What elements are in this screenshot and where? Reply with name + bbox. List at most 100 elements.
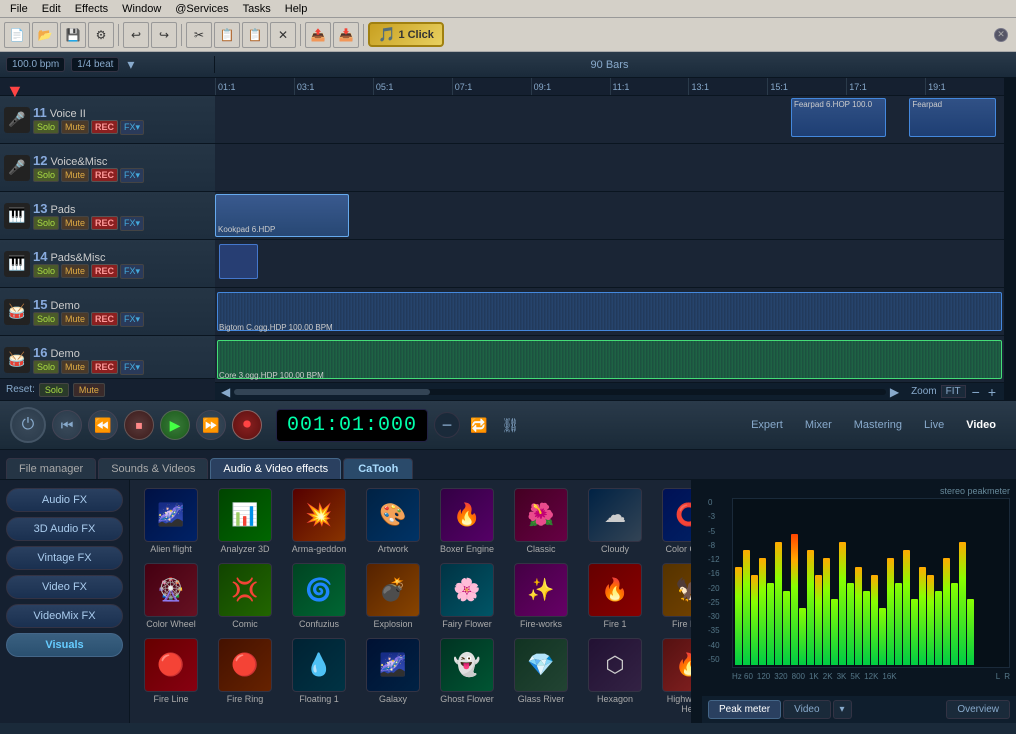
effect-item-16[interactable]: 🔴Fire Line [136,636,206,718]
toolbar-paste[interactable]: 📋 [242,22,268,48]
menu-tasks[interactable]: Tasks [237,2,277,16]
effect-item-13[interactable]: ✨Fire-works [506,561,576,632]
effect-item-5[interactable]: 🌺Classic [506,486,576,557]
btn-visuals[interactable]: Visuals [6,633,123,657]
transport-stop[interactable]: ⏹ [124,410,154,440]
mode-mixer[interactable]: Mixer [795,416,842,434]
mode-expert[interactable]: Expert [741,416,793,434]
toolbar-redo[interactable]: ↪ [151,22,177,48]
toolbar-export[interactable]: 📤 [305,22,331,48]
btn-mute-2[interactable]: Mute [61,216,89,230]
transport-play[interactable]: ▶ [160,410,190,440]
lane-block-0[interactable]: Fearpad [909,98,996,137]
btn-rec-0[interactable]: REC [91,120,118,134]
effect-item-22[interactable]: ⬡Hexagon [580,636,650,718]
effect-item-11[interactable]: 💣Explosion [358,561,428,632]
close-btn[interactable]: ✕ [994,28,1008,42]
toolbar-open[interactable]: 📂 [32,22,58,48]
btn-solo-5[interactable]: Solo [33,360,59,374]
effect-item-19[interactable]: 🌌Galaxy [358,636,428,718]
btn-rec-1[interactable]: REC [91,168,118,182]
effect-item-2[interactable]: 💥Arma-geddon [284,486,354,557]
effect-item-3[interactable]: 🎨Artwork [358,486,428,557]
toolbar-settings[interactable]: ⚙ [88,22,114,48]
tab-peak-meter[interactable]: Peak meter [708,700,781,719]
mode-mastering[interactable]: Mastering [844,416,912,434]
toolbar-new[interactable]: 📄 [4,22,30,48]
menu-edit[interactable]: Edit [36,2,67,16]
btn-fx-1[interactable]: FX▾ [120,168,144,183]
scroll-left[interactable]: ◀ [221,385,230,399]
meter-dropdown-arrow[interactable]: ▾ [833,700,852,719]
menu-services[interactable]: @Services [169,2,234,16]
toolbar-oneclick[interactable]: 🎵 1 Click [368,22,444,47]
btn-solo-0[interactable]: Solo [33,120,59,134]
tab-catooh[interactable]: CaTooh [343,458,413,479]
transport-forward[interactable]: ⏩ [196,410,226,440]
effect-item-18[interactable]: 💧Floating 1 [284,636,354,718]
effect-item-21[interactable]: 💎Glass River [506,636,576,718]
scroll-right[interactable]: ▶ [890,385,899,399]
btn-video-fx[interactable]: Video FX [6,575,123,599]
mode-live[interactable]: Live [914,416,954,434]
transport-minus[interactable]: − [434,412,460,438]
tab-sounds-videos[interactable]: Sounds & Videos [98,458,208,479]
transport-rewind[interactable]: ⏪ [88,410,118,440]
btn-rec-3[interactable]: REC [91,264,118,278]
effect-item-14[interactable]: 🔥Fire 1 [580,561,650,632]
transport-rewind-start[interactable]: ⏮ [52,410,82,440]
btn-solo-4[interactable]: Solo [33,312,59,326]
menu-help[interactable]: Help [279,2,314,16]
effect-item-10[interactable]: 🌀Confuzius [284,561,354,632]
btn-rec-4[interactable]: REC [91,312,118,326]
btn-rec-2[interactable]: REC [91,216,118,230]
btn-fx-0[interactable]: FX▾ [120,120,144,135]
btn-3d-audio-fx[interactable]: 3D Audio FX [6,517,123,541]
lane-block-pads[interactable]: Kookpad 6.HDP [215,194,349,237]
tab-audio-video-effects[interactable]: Audio & Video effects [210,458,341,479]
menu-file[interactable]: File [4,2,34,16]
toolbar-undo[interactable]: ↩ [123,22,149,48]
lane-block-padsmisc[interactable] [219,244,258,279]
toolbar-delete[interactable]: ✕ [270,22,296,48]
effect-item-4[interactable]: 🔥Boxer Engine [432,486,502,557]
btn-mute-1[interactable]: Mute [61,168,89,182]
reset-mute[interactable]: Mute [73,383,105,397]
btn-audio-fx[interactable]: Audio FX [6,488,123,512]
bpm-display[interactable]: 100.0 bpm [6,57,65,72]
effect-item-1[interactable]: 📊Analyzer 3D [210,486,280,557]
btn-fx-2[interactable]: FX▾ [120,216,144,231]
menu-window[interactable]: Window [116,2,167,16]
transport-record[interactable]: ⏺ [232,410,262,440]
btn-mute-5[interactable]: Mute [61,360,89,374]
btn-solo-1[interactable]: Solo [33,168,59,182]
transport-power[interactable]: ⏻ [10,407,46,443]
transport-loop[interactable]: 🔁 [466,413,491,438]
toolbar-save[interactable]: 💾 [60,22,86,48]
menu-effects[interactable]: Effects [69,2,114,16]
effect-item-9[interactable]: 💢Comic [210,561,280,632]
tab-overview[interactable]: Overview [946,700,1010,719]
toolbar-import[interactable]: 📥 [333,22,359,48]
toolbar-copy[interactable]: 📋 [214,22,240,48]
bpm-arrow-down[interactable]: ▾ [127,56,134,73]
mode-video[interactable]: Video [956,416,1006,434]
btn-fx-4[interactable]: FX▾ [120,312,144,327]
btn-rec-5[interactable]: REC [91,360,118,374]
tab-file-manager[interactable]: File manager [6,458,96,479]
btn-fx-3[interactable]: FX▾ [120,264,144,279]
btn-vintage-fx[interactable]: Vintage FX [6,546,123,570]
effect-item-6[interactable]: ☁Cloudy [580,486,650,557]
btn-solo-2[interactable]: Solo [33,216,59,230]
beat-display[interactable]: 1/4 beat [71,57,119,72]
tab-video-meter[interactable]: Video [783,700,830,719]
transport-chain[interactable]: ⛓ [497,413,523,438]
zoom-in[interactable]: + [986,384,998,400]
effect-item-12[interactable]: 🌸Fairy Flower [432,561,502,632]
btn-mute-0[interactable]: Mute [61,120,89,134]
effect-item-0[interactable]: 🌌Alien flight [136,486,206,557]
zoom-fit-label[interactable]: FIT [941,385,966,398]
toolbar-cut[interactable]: ✂ [186,22,212,48]
btn-solo-3[interactable]: Solo [33,264,59,278]
btn-fx-5[interactable]: FX▾ [120,360,144,375]
